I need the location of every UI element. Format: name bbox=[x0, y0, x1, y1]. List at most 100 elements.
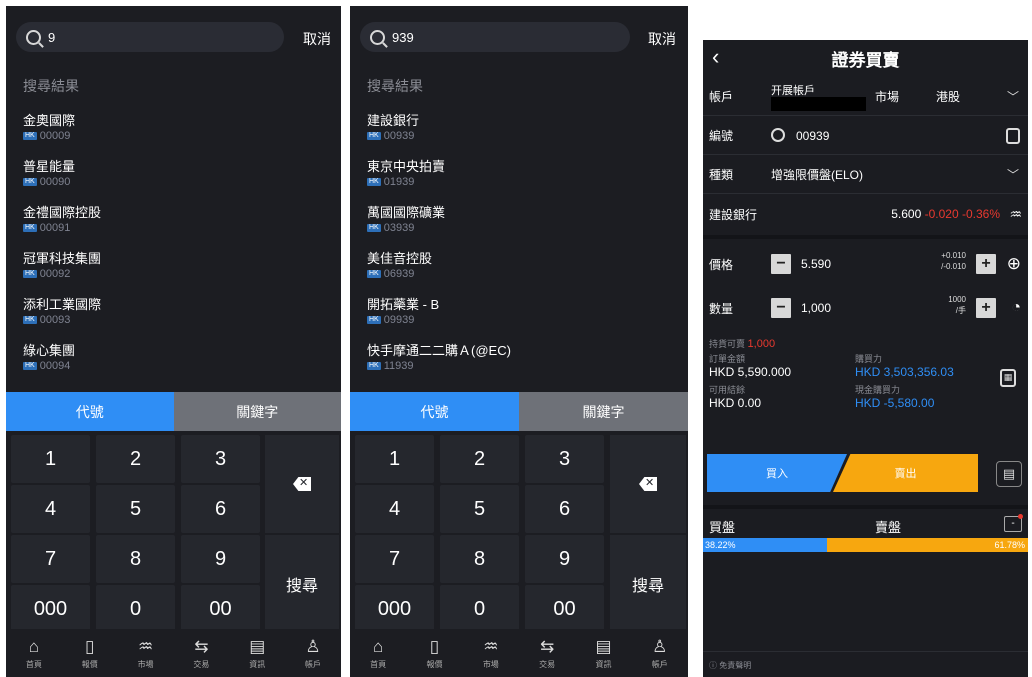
nav-market[interactable]: ♒ 市場 bbox=[126, 637, 166, 670]
key-0[interactable]: 0 bbox=[440, 585, 519, 633]
key-6[interactable]: 6 bbox=[525, 485, 604, 533]
key-9[interactable]: 9 bbox=[181, 535, 260, 583]
results-list: 金奧國際 HK 00009 普星能量 HK 00090 金禮國際控股 HK 00091 冠軍… bbox=[23, 113, 101, 389]
search-button[interactable]: 搜尋 bbox=[265, 535, 339, 633]
chevron-down-icon[interactable]: ﹀ bbox=[1007, 166, 1019, 183]
key-5[interactable]: 5 bbox=[440, 485, 519, 533]
key-0[interactable]: 0 bbox=[96, 585, 175, 633]
buying-power-label: 購買力 bbox=[855, 354, 883, 364]
key-4[interactable]: 4 bbox=[11, 485, 90, 533]
max-quantity-icon[interactable]: ◔ bbox=[1011, 299, 1021, 317]
key-2[interactable]: 2 bbox=[96, 435, 175, 483]
key-1[interactable]: 1 bbox=[355, 435, 434, 483]
key-00[interactable]: 00 bbox=[181, 585, 260, 633]
bottom-nav: ⌂ 首頁 ▯ 報價 ♒ 市場 ⇆ 交易 ▤ 資訊 ♙ 帳戶 bbox=[350, 629, 688, 677]
nav-market[interactable]: ♒ 市場 bbox=[471, 637, 511, 670]
numeric-keypad: 1 2 3 4 5 6 7 8 9 000 0 00 搜尋 bbox=[350, 431, 688, 633]
nav-home[interactable]: ⌂ 首頁 bbox=[358, 637, 398, 670]
search-input[interactable]: 939 bbox=[360, 22, 630, 52]
key-2[interactable]: 2 bbox=[440, 435, 519, 483]
quantity-plus-button[interactable]: + bbox=[976, 298, 996, 318]
price-minus-button[interactable]: − bbox=[771, 254, 791, 274]
tab-keyword[interactable]: 關鍵字 bbox=[173, 392, 341, 431]
key-8[interactable]: 8 bbox=[440, 535, 519, 583]
order-list-icon[interactable]: ▤ bbox=[996, 461, 1022, 487]
order-type-row[interactable]: 種類 增強限價盤(ELO) ﹀ bbox=[703, 156, 1028, 194]
nav-quotes[interactable]: ▯ 報價 bbox=[414, 637, 454, 670]
key-3[interactable]: 3 bbox=[181, 435, 260, 483]
key-5[interactable]: 5 bbox=[96, 485, 175, 533]
calculator-icon[interactable]: ▦ bbox=[1000, 369, 1016, 387]
tab-code[interactable]: 代號 bbox=[350, 392, 519, 431]
quantity-value[interactable]: 1,000 bbox=[801, 301, 831, 315]
list-item[interactable]: 開拓藥業 - B HK 09939 bbox=[367, 297, 511, 343]
nav-trade[interactable]: ⇆ 交易 bbox=[527, 637, 567, 670]
code-row[interactable]: 編號 00939 bbox=[703, 117, 1028, 155]
price-plus-button[interactable]: + bbox=[976, 254, 996, 274]
chart-icon[interactable]: ♒ bbox=[1009, 206, 1022, 223]
list-item[interactable]: 美佳音控股 HK 06939 bbox=[367, 251, 511, 297]
market-value[interactable]: 港股 bbox=[936, 88, 960, 105]
nav-trade[interactable]: ⇆ 交易 bbox=[181, 637, 221, 670]
key-7[interactable]: 7 bbox=[11, 535, 90, 583]
hk-badge: HK bbox=[367, 178, 381, 186]
price-value[interactable]: 5.590 bbox=[801, 257, 831, 271]
list-item[interactable]: 東京中央拍賣 HK 01939 bbox=[367, 159, 511, 205]
key-4[interactable]: 4 bbox=[355, 485, 434, 533]
list-item[interactable]: 普星能量 HK 00090 bbox=[23, 159, 101, 205]
key-6[interactable]: 6 bbox=[181, 485, 260, 533]
search-button[interactable]: 搜尋 bbox=[610, 535, 686, 633]
back-icon[interactable]: ‹ bbox=[712, 44, 719, 70]
key-7[interactable]: 7 bbox=[355, 535, 434, 583]
list-item[interactable]: 金禮國際控股 HK 00091 bbox=[23, 205, 101, 251]
key-000[interactable]: 000 bbox=[11, 585, 90, 633]
key-3[interactable]: 3 bbox=[525, 435, 604, 483]
key-9[interactable]: 9 bbox=[525, 535, 604, 583]
list-item[interactable]: 添利工業國際 HK 00093 bbox=[23, 297, 101, 343]
tab-code[interactable]: 代號 bbox=[6, 392, 174, 431]
list-item[interactable]: 金奧國際 HK 00009 bbox=[23, 113, 101, 159]
search-mode-tabs: 代號 關鍵字 bbox=[350, 392, 688, 431]
list-item[interactable]: 萬國國際礦業 HK 03939 bbox=[367, 205, 511, 251]
nav-news[interactable]: ▤ 資訊 bbox=[583, 637, 623, 670]
search-panel-middle: 939 取消 搜尋結果 建設銀行 HK 00939 東京中央拍賣 HK 01939 萬國… bbox=[350, 6, 688, 677]
nav-news[interactable]: ▤ 資訊 bbox=[237, 637, 277, 670]
stock-info-icon[interactable] bbox=[1006, 127, 1020, 144]
backspace-button[interactable] bbox=[265, 435, 339, 533]
key-1[interactable]: 1 bbox=[11, 435, 90, 483]
buy-button[interactable]: 買入 bbox=[707, 454, 847, 492]
tab-keyword[interactable]: 關鍵字 bbox=[519, 392, 688, 431]
search-value: 9 bbox=[48, 29, 56, 45]
hk-badge: HK bbox=[367, 362, 381, 370]
list-item[interactable]: 建設銀行 HK 00939 bbox=[367, 113, 511, 159]
backspace-button[interactable] bbox=[610, 435, 686, 533]
code-value[interactable]: 00939 bbox=[796, 129, 829, 143]
key-000[interactable]: 000 bbox=[355, 585, 434, 633]
hk-badge: HK bbox=[367, 224, 381, 232]
nav-quotes[interactable]: ▯ 報價 bbox=[70, 637, 110, 670]
hk-badge: HK bbox=[23, 178, 37, 186]
ask-label: 賣盤 bbox=[875, 520, 902, 535]
disclaimer-link[interactable]: ⓘ 免責聲明 bbox=[703, 651, 1028, 677]
account-row[interactable]: 帳戶 开展帳戶 市場 港股 ﹀ bbox=[703, 78, 1028, 116]
nav-account[interactable]: ♙ 帳戶 bbox=[293, 637, 333, 670]
list-item[interactable]: 快手摩通二二購Ａ(@EC) HK 11939 bbox=[367, 343, 511, 389]
nav-account[interactable]: ♙ 帳戶 bbox=[640, 637, 680, 670]
cancel-button[interactable]: 取消 bbox=[303, 29, 331, 49]
quantity-minus-button[interactable]: − bbox=[771, 298, 791, 318]
account-redaction bbox=[771, 97, 866, 111]
search-input[interactable]: 9 bbox=[16, 22, 284, 52]
key-8[interactable]: 8 bbox=[96, 535, 175, 583]
hk-badge: HK bbox=[367, 270, 381, 278]
key-00[interactable]: 00 bbox=[525, 585, 604, 633]
target-icon[interactable]: ⊕ bbox=[1007, 254, 1021, 274]
sell-button[interactable]: 賣出 bbox=[833, 454, 978, 492]
list-item[interactable]: 冠軍科技集團 HK 00092 bbox=[23, 251, 101, 297]
list-item[interactable]: 綠心集團 HK 00094 bbox=[23, 343, 101, 389]
cancel-button[interactable]: 取消 bbox=[648, 29, 676, 49]
search-icon bbox=[26, 29, 41, 45]
nav-home[interactable]: ⌂ 首頁 bbox=[14, 637, 54, 670]
chevron-down-icon[interactable]: ﹀ bbox=[1007, 88, 1019, 105]
search-panel-left: 9 取消 搜尋結果 金奧國際 HK 00009 普星能量 HK 00090 金禮國際控股… bbox=[6, 6, 341, 677]
page-title: 證券買賣 bbox=[831, 50, 900, 70]
